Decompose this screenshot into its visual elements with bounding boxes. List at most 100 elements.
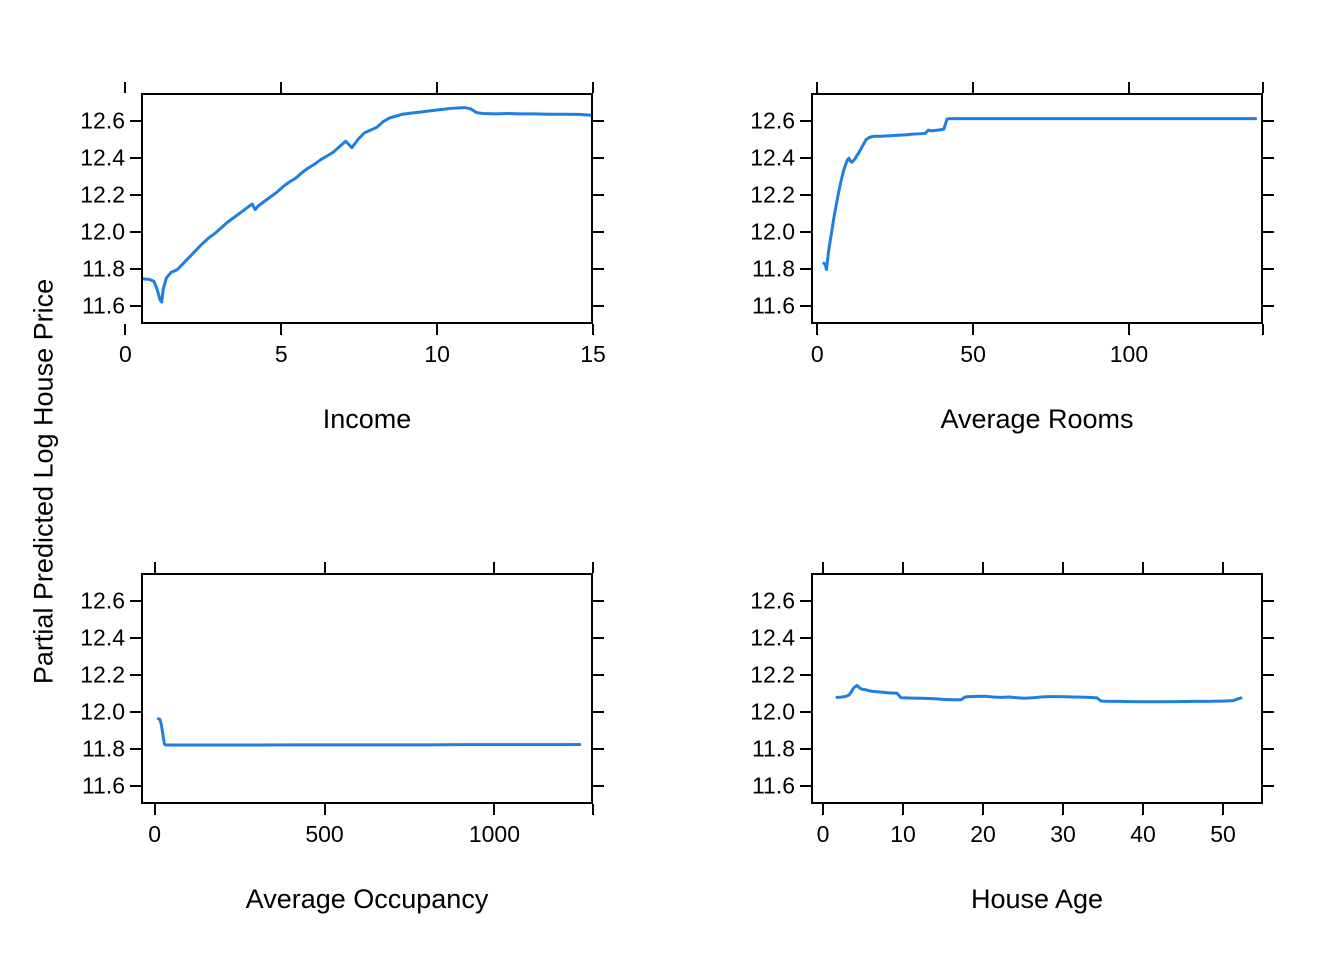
y-tick-mark-right — [1263, 747, 1274, 750]
x-tick-mark-top — [493, 562, 496, 573]
x-tick-label: 0 — [810, 341, 824, 367]
x-tick-label: 40 — [1130, 821, 1156, 847]
y-tick-mark — [130, 267, 141, 270]
x-tick-mark — [1222, 804, 1224, 815]
y-tick-label: 11.6 — [81, 772, 125, 799]
y-tick-label: 12.6 — [80, 107, 125, 134]
x-tick-mark-top — [323, 562, 326, 573]
y-tick-mark — [130, 304, 141, 307]
y-tick-mark — [130, 673, 141, 676]
x-tick-mark — [982, 804, 984, 815]
y-tick-mark — [800, 673, 811, 676]
panel-x-axis-title: House Age — [970, 884, 1104, 914]
y-tick-mark — [800, 267, 811, 270]
x-tick-mark-top — [1062, 562, 1064, 573]
series-line — [143, 106, 591, 304]
y-tick-label: 12.4 — [750, 144, 795, 171]
y-tick-label: 12.0 — [750, 698, 795, 725]
x-tick-label: 15 — [580, 341, 606, 367]
x-tick-mark-top — [972, 82, 975, 93]
y-tick-label: 11.8 — [81, 255, 125, 282]
series-line — [156, 717, 582, 747]
y-tick-mark-right — [593, 193, 604, 196]
y-tick-mark-right — [593, 784, 604, 787]
x-tick-label: 10 — [424, 341, 450, 367]
x-tick-mark-top — [1127, 82, 1130, 93]
y-tick-label: 12.6 — [750, 107, 795, 134]
x-tick-mark — [816, 324, 819, 335]
x-tick-mark-top — [124, 82, 127, 93]
y-tick-mark — [130, 636, 141, 639]
x-tick-mark-top — [436, 82, 439, 93]
panel-x-axis-title: Average Rooms — [940, 404, 1134, 434]
x-tick-mark — [493, 804, 496, 815]
y-tick-mark-right — [1263, 193, 1274, 196]
y-tick-mark-right — [593, 636, 604, 639]
y-tick-mark-right — [1263, 304, 1274, 307]
x-tick-mark — [592, 804, 594, 815]
y-tick-mark — [130, 710, 141, 713]
y-tick-mark — [800, 193, 811, 196]
x-tick-mark — [153, 804, 156, 815]
panel-x-axis-title: Average Occupancy — [245, 884, 489, 914]
x-tick-label: 500 — [305, 821, 344, 847]
y-tick-label: 12.2 — [750, 661, 795, 688]
y-tick-label: 11.8 — [751, 735, 795, 762]
y-tick-label: 12.2 — [80, 661, 125, 688]
x-tick-mark-top — [153, 562, 156, 573]
y-tick-label: 12.4 — [80, 624, 125, 651]
y-tick-mark — [800, 304, 811, 307]
x-tick-mark — [124, 324, 127, 335]
y-tick-mark-right — [593, 304, 604, 307]
y-tick-mark-right — [593, 747, 604, 750]
y-tick-mark — [130, 119, 141, 122]
y-tick-label: 11.8 — [751, 255, 795, 282]
x-tick-mark — [1062, 804, 1064, 815]
y-tick-mark — [800, 156, 811, 159]
x-tick-label: 100 — [1109, 341, 1149, 367]
y-tick-label: 12.2 — [80, 181, 125, 208]
y-tick-label: 11.6 — [751, 772, 795, 799]
plot-area-average-rooms — [811, 93, 1263, 324]
y-tick-label: 12.4 — [750, 624, 795, 651]
x-tick-mark — [592, 324, 594, 335]
x-tick-mark-top — [592, 562, 594, 573]
y-tick-mark-right — [593, 599, 604, 602]
x-tick-mark — [280, 324, 283, 335]
x-tick-mark — [822, 804, 824, 815]
x-tick-mark-top — [592, 82, 594, 93]
series-line — [822, 117, 1258, 272]
y-tick-mark — [130, 747, 141, 750]
y-tick-mark-right — [1263, 156, 1274, 159]
y-tick-label: 12.6 — [750, 587, 795, 614]
y-tick-mark-right — [593, 710, 604, 713]
y-tick-label: 11.8 — [81, 735, 125, 762]
x-tick-mark-top — [982, 562, 984, 573]
y-tick-mark — [130, 156, 141, 159]
y-tick-label: 12.0 — [80, 218, 125, 245]
y-tick-mark-right — [593, 156, 604, 159]
data-line-svg — [143, 106, 591, 304]
y-tick-mark — [130, 193, 141, 196]
x-tick-label: 0 — [119, 341, 132, 367]
x-tick-label: 0 — [148, 821, 161, 847]
panel-x-axis-title: Income — [322, 404, 412, 434]
data-line-svg — [835, 684, 1243, 704]
y-tick-mark-right — [593, 267, 604, 270]
x-tick-mark-top — [822, 562, 824, 573]
data-line-svg — [822, 117, 1258, 272]
x-tick-label: 20 — [970, 821, 996, 847]
y-tick-mark-right — [1263, 230, 1274, 233]
x-tick-mark — [1262, 324, 1264, 335]
plot-area-average-occupancy — [141, 573, 593, 804]
y-tick-mark-right — [1263, 119, 1274, 122]
x-tick-mark — [1127, 324, 1130, 335]
plot-area-house-age — [811, 573, 1263, 804]
y-tick-mark — [800, 599, 811, 602]
y-tick-label: 12.2 — [750, 181, 795, 208]
y-tick-mark-right — [593, 119, 604, 122]
y-tick-mark — [800, 119, 811, 122]
y-tick-label: 12.0 — [750, 218, 795, 245]
y-tick-mark-right — [1263, 784, 1274, 787]
x-tick-mark — [972, 324, 975, 335]
